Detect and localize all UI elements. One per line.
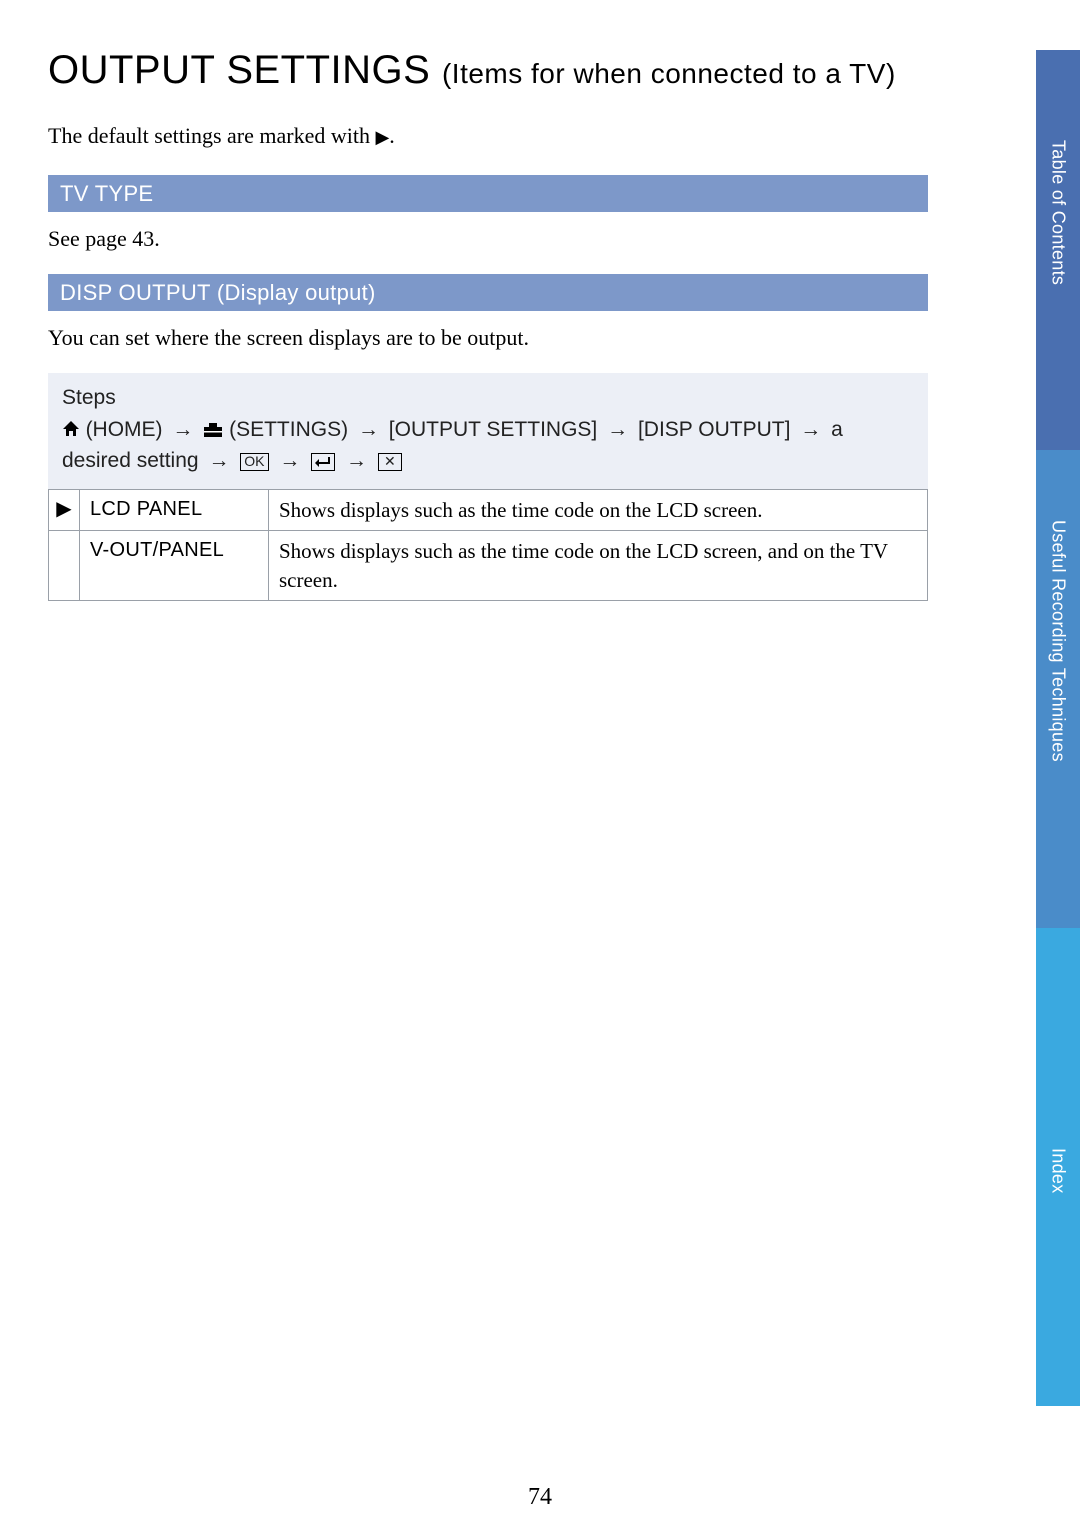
page: OUTPUT SETTINGS (Items for when connecte… xyxy=(0,0,1080,1535)
tab-table-of-contents[interactable]: Table of Contents xyxy=(1036,50,1080,450)
table-row: V-OUT/PANEL Shows displays such as the t… xyxy=(49,531,928,601)
steps-path: (HOME) → (SETTINGS) → [OUTPUT SETTINGS] … xyxy=(62,418,843,472)
tv-type-body: See page 43. xyxy=(48,226,928,252)
title-sub: (Items for when connected to a TV) xyxy=(442,58,896,89)
page-title: OUTPUT SETTINGS (Items for when connecte… xyxy=(48,48,928,93)
arrow-icon: → xyxy=(346,449,367,472)
default-marker-icon: ▶ xyxy=(375,127,389,147)
steps-label: Steps xyxy=(62,383,914,413)
default-marker: ▶ xyxy=(49,489,80,530)
steps-settings: (SETTINGS) xyxy=(229,418,348,441)
section-header-disp-output: DISP OUTPUT (Display output) xyxy=(48,274,928,311)
option-name: V-OUT/PANEL xyxy=(80,531,269,601)
toolbox-icon xyxy=(203,418,229,441)
steps-box: Steps (HOME) → (SETTINGS) → [OUTPUT SETT… xyxy=(48,373,928,489)
side-tabs: Table of Contents Useful Recording Techn… xyxy=(1036,50,1080,1530)
home-icon xyxy=(62,420,86,442)
intro-text: The default settings are marked with ▶. xyxy=(48,123,928,149)
disp-output-body: You can set where the screen displays ar… xyxy=(48,325,928,351)
tab-index[interactable]: Index xyxy=(1036,928,1080,1406)
content-area: OUTPUT SETTINGS (Items for when connecte… xyxy=(48,48,928,601)
title-main: OUTPUT SETTINGS xyxy=(48,48,430,92)
intro-prefix: The default settings are marked with xyxy=(48,123,375,148)
section-header-tv-type: TV TYPE xyxy=(48,175,928,212)
steps-home: (HOME) xyxy=(86,418,163,441)
arrow-icon: → xyxy=(208,449,229,472)
arrow-icon: → xyxy=(279,449,300,472)
arrow-icon: → xyxy=(358,418,379,441)
option-name: LCD PANEL xyxy=(80,489,269,530)
page-number: 74 xyxy=(0,1484,1080,1511)
default-marker xyxy=(49,531,80,601)
option-desc: Shows displays such as the time code on … xyxy=(269,531,928,601)
return-button-icon xyxy=(311,453,335,471)
table-row: ▶ LCD PANEL Shows displays such as the t… xyxy=(49,489,928,530)
steps-output-settings: [OUTPUT SETTINGS] xyxy=(389,418,597,441)
tab-useful-recording-techniques[interactable]: Useful Recording Techniques xyxy=(1036,450,1080,928)
options-table: ▶ LCD PANEL Shows displays such as the t… xyxy=(48,489,928,601)
arrow-icon: → xyxy=(607,418,628,441)
arrow-icon: → xyxy=(172,418,193,441)
option-desc: Shows displays such as the time code on … xyxy=(269,489,928,530)
intro-suffix: . xyxy=(389,123,395,148)
steps-disp-output: [DISP OUTPUT] xyxy=(638,418,790,441)
arrow-icon: → xyxy=(800,418,821,441)
close-button-icon: ✕ xyxy=(378,453,402,471)
ok-button-icon: OK xyxy=(240,453,268,471)
